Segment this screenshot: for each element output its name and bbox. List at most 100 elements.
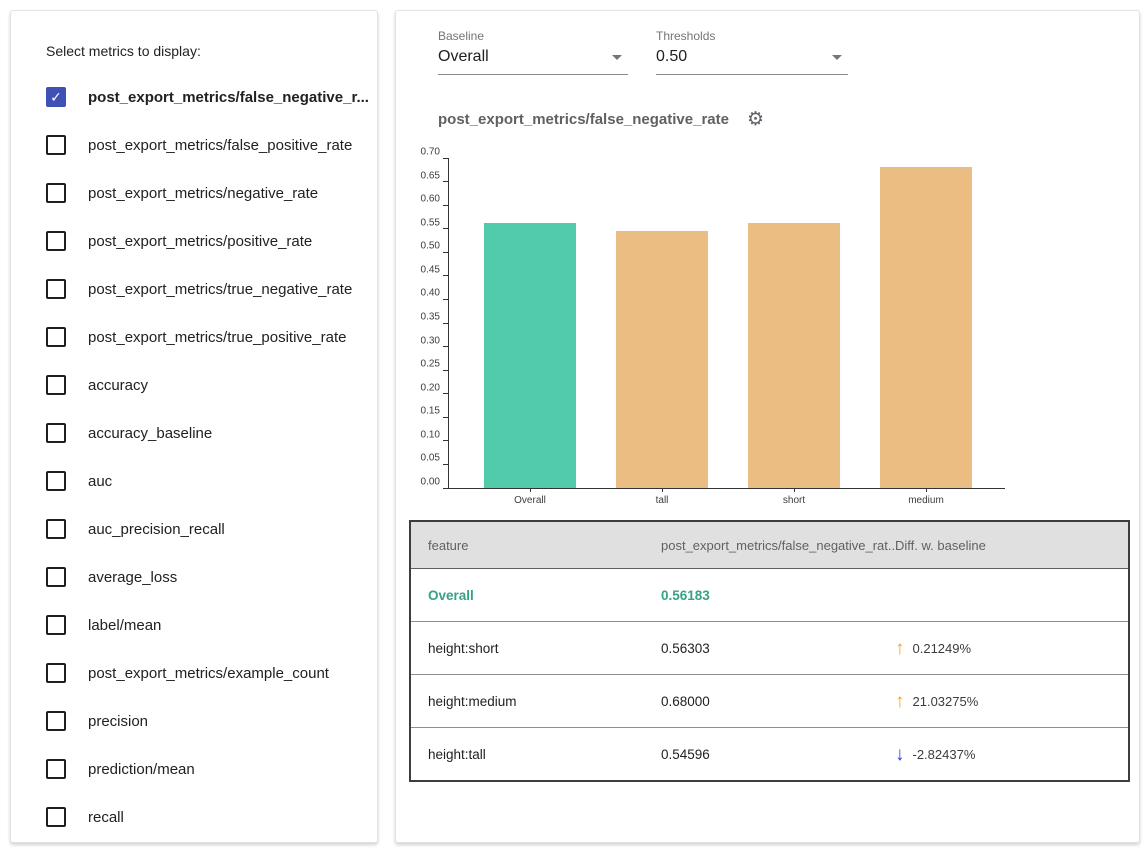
y-axis-tick-label: 0.55 <box>421 217 440 228</box>
y-axis-tick-label: 0.60 <box>421 194 440 205</box>
metric-item[interactable]: accuracy <box>11 361 377 409</box>
table-row: height:medium0.68000↑ 21.03275% <box>410 675 1129 728</box>
bar-medium[interactable] <box>880 167 972 488</box>
y-axis-tick-label: 0.05 <box>421 453 440 464</box>
y-axis-tick <box>443 181 449 182</box>
metric-checkbox[interactable] <box>46 375 66 395</box>
y-axis-tick-label: 0.20 <box>421 382 440 393</box>
metric-label: prediction/mean <box>88 761 195 778</box>
bar-short[interactable] <box>748 223 840 488</box>
baseline-value[interactable]: Overall <box>438 48 628 75</box>
cell-value: 0.68000 <box>660 675 894 728</box>
metric-item[interactable]: auc_precision_recall <box>11 505 377 553</box>
metric-checkbox[interactable] <box>46 663 66 683</box>
y-axis-tick <box>443 464 449 465</box>
y-axis-tick <box>443 252 449 253</box>
metric-checkbox[interactable] <box>46 279 66 299</box>
metric-checkbox[interactable] <box>46 135 66 155</box>
cell-feature: height:medium <box>410 675 660 728</box>
y-axis-tick <box>443 299 449 300</box>
baseline-dropdown[interactable]: Baseline Overall <box>438 29 628 75</box>
metric-item[interactable]: post_export_metrics/true_negative_rate <box>11 265 377 313</box>
metrics-list: ✓post_export_metrics/false_negative_r...… <box>11 73 377 841</box>
y-axis-tick-label: 0.65 <box>421 170 440 181</box>
y-axis-tick-label: 0.30 <box>421 335 440 346</box>
metric-checkbox[interactable] <box>46 711 66 731</box>
chart-header: post_export_metrics/false_negative_rate … <box>438 110 764 129</box>
metric-item[interactable]: precision <box>11 697 377 745</box>
x-axis-tick <box>530 488 531 492</box>
metric-label: recall <box>88 809 124 826</box>
y-axis-tick-label: 0.10 <box>421 429 440 440</box>
metric-label: label/mean <box>88 617 161 634</box>
y-axis-tick <box>443 158 449 159</box>
cell-feature: height:short <box>410 622 660 675</box>
header-metric: post_export_metrics/false_negative_rat..… <box>660 521 894 569</box>
metric-checkbox[interactable] <box>46 759 66 779</box>
metric-label: post_export_metrics/positive_rate <box>88 233 312 250</box>
cell-diff: ↓-2.82437% <box>894 728 1129 782</box>
metric-label: precision <box>88 713 148 730</box>
metric-checkbox[interactable] <box>46 471 66 491</box>
x-axis-tick-label: tall <box>656 495 669 506</box>
bar-tall[interactable] <box>616 231 708 488</box>
y-axis-tick <box>443 440 449 441</box>
bar-overall[interactable] <box>484 223 576 488</box>
chevron-down-icon[interactable] <box>612 55 622 60</box>
gear-icon[interactable]: ⚙ <box>747 110 764 129</box>
metric-item[interactable]: ✓post_export_metrics/false_negative_r... <box>11 73 377 121</box>
metric-checkbox[interactable] <box>46 423 66 443</box>
y-axis-tick-label: 0.25 <box>421 359 440 370</box>
metric-label: post_export_metrics/negative_rate <box>88 185 318 202</box>
metric-label: average_loss <box>88 569 177 586</box>
bar-chart: 0.000.050.100.150.200.250.300.350.400.45… <box>448 158 1005 489</box>
metric-checkbox[interactable] <box>46 519 66 539</box>
y-axis-tick <box>443 346 449 347</box>
y-axis-tick <box>443 228 449 229</box>
thresholds-dropdown[interactable]: Thresholds 0.50 <box>656 29 848 75</box>
chevron-down-icon[interactable] <box>832 55 842 60</box>
metric-checkbox[interactable] <box>46 231 66 251</box>
arrow-up-icon: ↑ <box>895 692 905 711</box>
metric-checkbox[interactable] <box>46 183 66 203</box>
metric-item[interactable]: post_export_metrics/false_positive_rate <box>11 121 377 169</box>
x-axis-tick <box>926 488 927 492</box>
metric-checkbox[interactable] <box>46 567 66 587</box>
metric-label: auc_precision_recall <box>88 521 225 538</box>
metric-item[interactable]: prediction/mean <box>11 745 377 793</box>
metric-item[interactable]: accuracy_baseline <box>11 409 377 457</box>
cell-value: 0.56303 <box>660 622 894 675</box>
chart-title: post_export_metrics/false_negative_rate <box>438 111 729 128</box>
cell-diff: ↑0.21249% <box>894 622 1129 675</box>
y-axis-tick <box>443 275 449 276</box>
metric-selector-panel: Select metrics to display: ✓post_export_… <box>10 10 378 843</box>
metric-item[interactable]: post_export_metrics/positive_rate <box>11 217 377 265</box>
metric-item[interactable]: post_export_metrics/example_count <box>11 649 377 697</box>
cell-feature: height:tall <box>410 728 660 782</box>
metric-label: post_export_metrics/true_negative_rate <box>88 281 352 298</box>
x-axis-tick-label: medium <box>908 495 944 506</box>
metric-item[interactable]: average_loss <box>11 553 377 601</box>
metric-checkbox[interactable] <box>46 327 66 347</box>
metric-checkbox[interactable] <box>46 615 66 635</box>
y-axis-tick-label: 0.40 <box>421 288 440 299</box>
thresholds-value[interactable]: 0.50 <box>656 48 848 75</box>
arrow-up-icon: ↑ <box>895 639 905 658</box>
metric-item[interactable]: post_export_metrics/negative_rate <box>11 169 377 217</box>
metric-selector-title: Select metrics to display: <box>46 43 201 59</box>
metric-checkbox[interactable] <box>46 807 66 827</box>
table-header-row: feature post_export_metrics/false_negati… <box>410 521 1129 569</box>
y-axis-tick-label: 0.50 <box>421 241 440 252</box>
metric-label: post_export_metrics/false_positive_rate <box>88 137 352 154</box>
metric-item[interactable]: recall <box>11 793 377 841</box>
header-feature: feature <box>410 521 660 569</box>
metric-item[interactable]: label/mean <box>11 601 377 649</box>
cell-value: 0.56183 <box>660 569 894 622</box>
diff-indicator: ↑ 21.03275% <box>895 692 1127 711</box>
diff-value: 21.03275% <box>913 694 979 709</box>
metric-item[interactable]: auc <box>11 457 377 505</box>
arrow-down-icon: ↓ <box>895 745 905 764</box>
metric-item[interactable]: post_export_metrics/true_positive_rate <box>11 313 377 361</box>
x-axis-tick-label: short <box>783 495 805 506</box>
metric-checkbox[interactable]: ✓ <box>46 87 66 107</box>
